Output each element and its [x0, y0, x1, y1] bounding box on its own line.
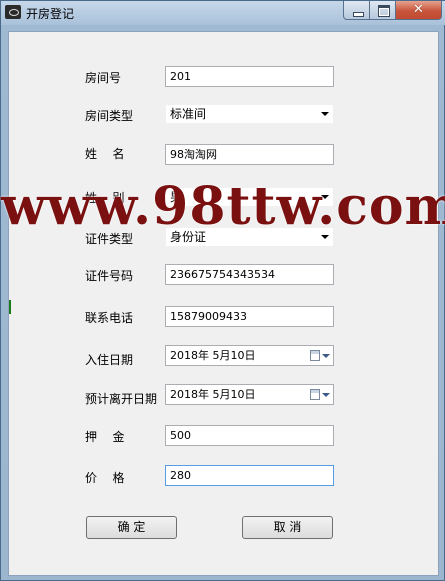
- price-input[interactable]: 280: [165, 465, 334, 486]
- chevron-down-icon: [321, 112, 329, 116]
- calendar-icon[interactable]: [310, 350, 320, 361]
- title-bar[interactable]: 开房登记 ✕: [1, 1, 445, 25]
- id-no-input[interactable]: 236675754343534: [165, 264, 334, 285]
- calendar-icon[interactable]: [310, 389, 320, 400]
- window-title: 开房登记: [26, 7, 75, 21]
- id-no-label: 证件号码: [85, 269, 134, 283]
- checkin-date-picker[interactable]: 2018年 5月10日: [165, 345, 334, 366]
- checkin-date-label: 入住日期: [85, 353, 134, 367]
- phone-label: 联系电话: [85, 311, 134, 325]
- room-type-label: 房间类型: [85, 109, 134, 123]
- chevron-down-icon: [322, 393, 330, 397]
- checkout-date-label: 预计离开日期: [85, 392, 158, 406]
- room-type-value: 标准间: [170, 107, 207, 121]
- cancel-button[interactable]: 取 消: [242, 516, 333, 539]
- maximize-icon[interactable]: [370, 1, 396, 20]
- form-panel: 房间号 201 房间类型 标准间 姓 名 98淘淘网 姓 别 男 证件类型 身份…: [8, 31, 439, 576]
- deposit-input[interactable]: 500: [165, 425, 334, 446]
- price-label: 价 格: [85, 471, 126, 485]
- room-type-select[interactable]: 标准间: [165, 104, 334, 124]
- checkin-window: 开房登记 ✕ 房间号 201 房间类型 标准间 姓 名 98淘淘网 姓 别 男 …: [0, 0, 445, 581]
- confirm-button[interactable]: 确 定: [86, 516, 177, 539]
- checkout-date-value: 2018年 5月10日: [170, 388, 256, 401]
- checkin-date-value: 2018年 5月10日: [170, 349, 256, 362]
- minimize-icon[interactable]: [343, 1, 370, 20]
- phone-input[interactable]: 15879009433: [165, 306, 334, 327]
- room-no-input[interactable]: 201: [165, 66, 334, 87]
- name-input[interactable]: 98淘淘网: [165, 144, 334, 165]
- site-watermark: www.98ttw.com: [1, 176, 445, 237]
- close-icon[interactable]: ✕: [396, 1, 442, 20]
- deposit-label: 押 金: [85, 430, 126, 444]
- window-controls: ✕: [343, 1, 442, 20]
- app-icon: [5, 5, 21, 19]
- checkout-date-picker[interactable]: 2018年 5月10日: [165, 384, 334, 405]
- edge-marker: [9, 300, 11, 314]
- room-no-label: 房间号: [85, 71, 122, 85]
- chevron-down-icon: [322, 354, 330, 358]
- name-label: 姓 名: [85, 147, 126, 161]
